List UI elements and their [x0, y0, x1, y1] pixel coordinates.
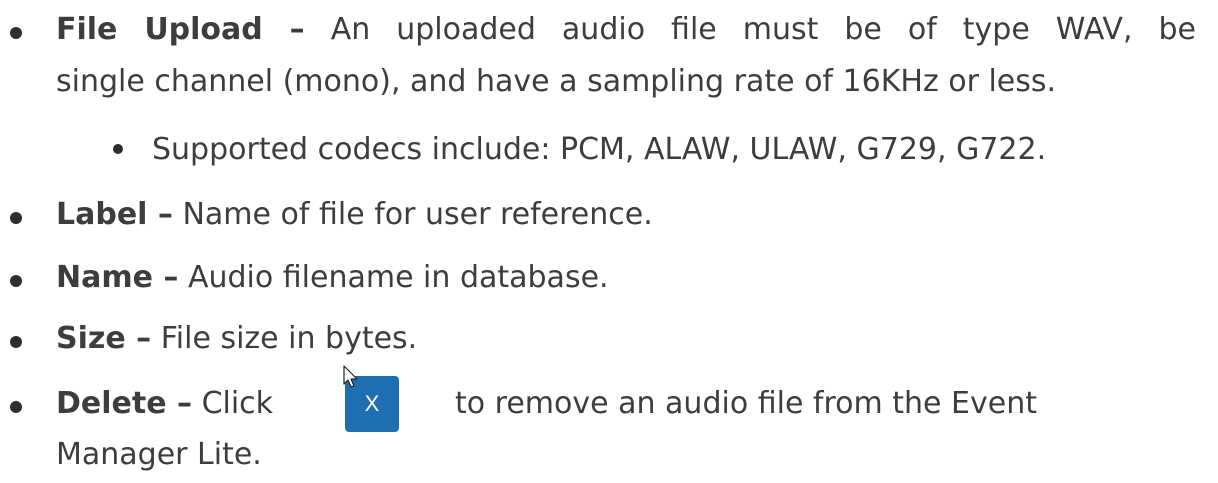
definition-list: File Upload – An uploaded audio file mus…: [0, 0, 1218, 483]
term-label: Label –: [56, 197, 173, 232]
item-description-suffix: to remove an audio file from the Event: [455, 386, 1037, 421]
list-item-label: Label – Name of file for user reference.: [56, 197, 653, 233]
bullet-icon: [10, 275, 22, 287]
item-description-continuation: Manager Lite.: [56, 437, 262, 472]
item-description: File size in bytes.: [160, 321, 418, 356]
list-item-delete: Delete – Click: [56, 386, 273, 422]
item-description: Audio filename in database.: [187, 260, 609, 295]
list-item-size: Size – File size in bytes.: [56, 321, 417, 357]
list-item-name: Name – Audio filename in database.: [56, 260, 609, 296]
term-label: File Upload –: [56, 12, 305, 47]
bullet-icon: [10, 27, 22, 39]
bullet-icon: [10, 401, 22, 413]
bullet-icon: [113, 144, 123, 154]
term-label: Size –: [56, 321, 152, 356]
bullet-icon: [10, 336, 22, 348]
item-description-continuation: single channel (mono), and have a sampli…: [56, 64, 1057, 99]
list-item-file-upload: File Upload – An uploaded audio file mus…: [56, 12, 1196, 48]
item-description: An uploaded audio file must be of type W…: [330, 12, 1196, 47]
term-label: Delete –: [56, 386, 193, 421]
item-description: Name of file for user reference.: [182, 197, 653, 232]
item-description-prefix: Click: [201, 386, 274, 421]
bullet-icon: [10, 212, 22, 224]
mouse-pointer-icon: [343, 365, 358, 388]
sub-list-item: Supported codecs include: PCM, ALAW, ULA…: [152, 132, 1047, 167]
term-label: Name –: [56, 260, 179, 295]
